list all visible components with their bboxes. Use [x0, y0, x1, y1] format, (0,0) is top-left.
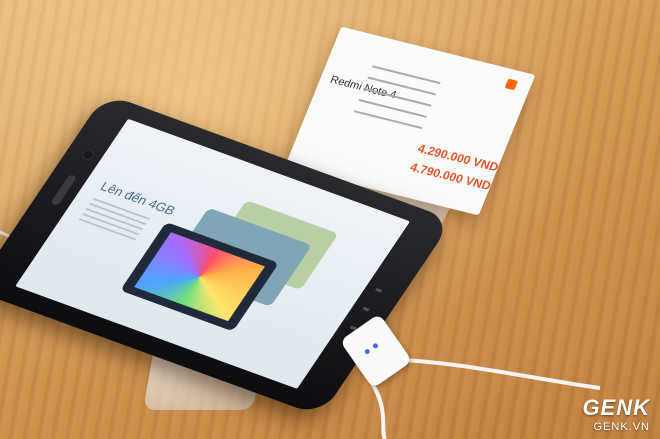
mi-logo-icon: [504, 78, 519, 91]
front-camera-icon: [79, 148, 97, 162]
watermark-logo: GENK: [582, 395, 650, 420]
watermark: GENK GENK.VN: [582, 395, 650, 433]
watermark-url: GENK.VN: [593, 421, 650, 433]
photo-scene: Redmi Note 4 4.290.000 VND 4.790.000 VND…: [0, 0, 660, 439]
indicator-led-icon: [363, 348, 371, 356]
